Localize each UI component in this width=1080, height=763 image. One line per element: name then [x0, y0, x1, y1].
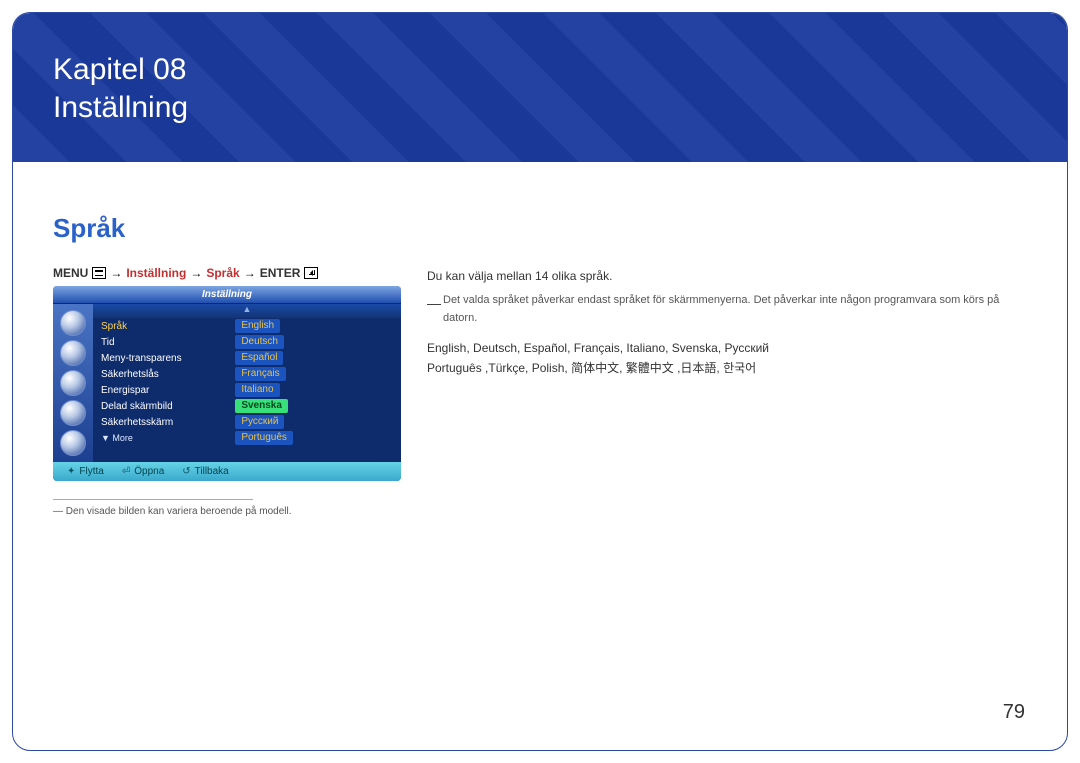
osd-row-value: Deutsch — [235, 335, 284, 349]
osd-scroll-up-icon: ▲ — [93, 304, 401, 318]
osd-row-value: English — [235, 319, 280, 333]
osd-row: Delad skärmbild Svenska — [93, 398, 401, 414]
osd-more-label: ▼ More — [101, 433, 235, 443]
osd-row-label: Säkerhetsskärm — [101, 417, 235, 428]
osd-tab-column — [53, 304, 93, 462]
osd-tab-icon — [60, 430, 86, 456]
osd-row-value: Português — [235, 431, 293, 445]
page-frame: Kapitel 08 Inställning Språk MENU → Inst… — [12, 12, 1068, 751]
section-title: Språk — [53, 213, 1027, 244]
menu-path: MENU → Inställning → Språk → ENTER — [53, 266, 403, 280]
osd-row-value: Français — [235, 367, 285, 381]
osd-tab-icon — [60, 370, 86, 396]
osd-footer-enter: ⏎Öppna — [122, 466, 164, 477]
osd-row: Energispar Italiano — [93, 382, 401, 398]
enter-icon — [304, 267, 318, 279]
osd-row-label: Delad skärmbild — [101, 401, 235, 412]
osd-row-label: Meny-transparens — [101, 353, 235, 364]
osd-tab-icon — [60, 340, 86, 366]
menu-path-step1: Inställning — [126, 266, 186, 280]
language-list-line2: Português ,Türkçe, Polish, 简体中文, 繁體中文 ,日… — [427, 358, 1027, 378]
image-footnote: Den visade bilden kan variera beroende p… — [53, 506, 403, 517]
left-column: MENU → Inställning → Språk → ENTER Instä… — [53, 266, 403, 517]
menu-icon — [92, 267, 106, 279]
osd-row-label: Energispar — [101, 385, 235, 396]
osd-row: Säkerhetsskärm Русский — [93, 414, 401, 430]
osd-row-value: Русский — [235, 415, 284, 429]
language-list-line1: English, Deutsch, Español, Français, Ita… — [427, 338, 1027, 358]
menu-path-enter: ENTER — [260, 266, 301, 280]
osd-tab-icon — [60, 310, 86, 336]
osd-row-value: Italiano — [235, 383, 279, 397]
chapter-title: Inställning — [53, 89, 1027, 127]
body-note: Det valda språket påverkar endast språke… — [427, 292, 1027, 327]
osd-screenshot: Inställning ▲ Språk — [53, 286, 401, 481]
osd-row-label: Säkerhetslås — [101, 369, 235, 380]
page-number: 79 — [1003, 701, 1025, 724]
osd-row-label: Tid — [101, 337, 235, 348]
osd-row-more: ▼ More Português — [93, 430, 401, 446]
osd-row: Språk English — [93, 318, 401, 334]
menu-path-menu: MENU — [53, 266, 88, 280]
body-line1: Du kan välja mellan 14 olika språk. — [427, 266, 1027, 286]
arrow-icon: → — [110, 266, 122, 280]
osd-footer: ✦Flytta ⏎Öppna ↺Tillbaka — [53, 462, 401, 481]
right-column: Du kan välja mellan 14 olika språk. Det … — [427, 266, 1027, 378]
osd-row-value: Svenska — [235, 399, 288, 413]
footnote-rule — [53, 499, 253, 500]
osd-row-value: Español — [235, 351, 283, 365]
osd-row: Säkerhetslås Français — [93, 366, 401, 382]
osd-row: Tid Deutsch — [93, 334, 401, 350]
osd-footer-move: ✦Flytta — [67, 466, 104, 477]
osd-menu: ▲ Språk English Tid Deutsch Meny-transpa… — [93, 304, 401, 462]
arrow-icon: → — [244, 266, 256, 280]
osd-row-label: Språk — [101, 321, 235, 332]
chapter-banner: Kapitel 08 Inställning — [13, 13, 1067, 162]
chapter-number: Kapitel 08 — [53, 51, 1027, 89]
menu-path-step2: Språk — [206, 266, 239, 280]
osd-title: Inställning — [53, 286, 401, 304]
arrow-icon: → — [190, 266, 202, 280]
content-area: Språk MENU → Inställning → Språk → ENTER… — [53, 213, 1027, 710]
osd-tab-icon — [60, 400, 86, 426]
osd-row: Meny-transparens Español — [93, 350, 401, 366]
osd-footer-return: ↺Tillbaka — [182, 466, 228, 477]
